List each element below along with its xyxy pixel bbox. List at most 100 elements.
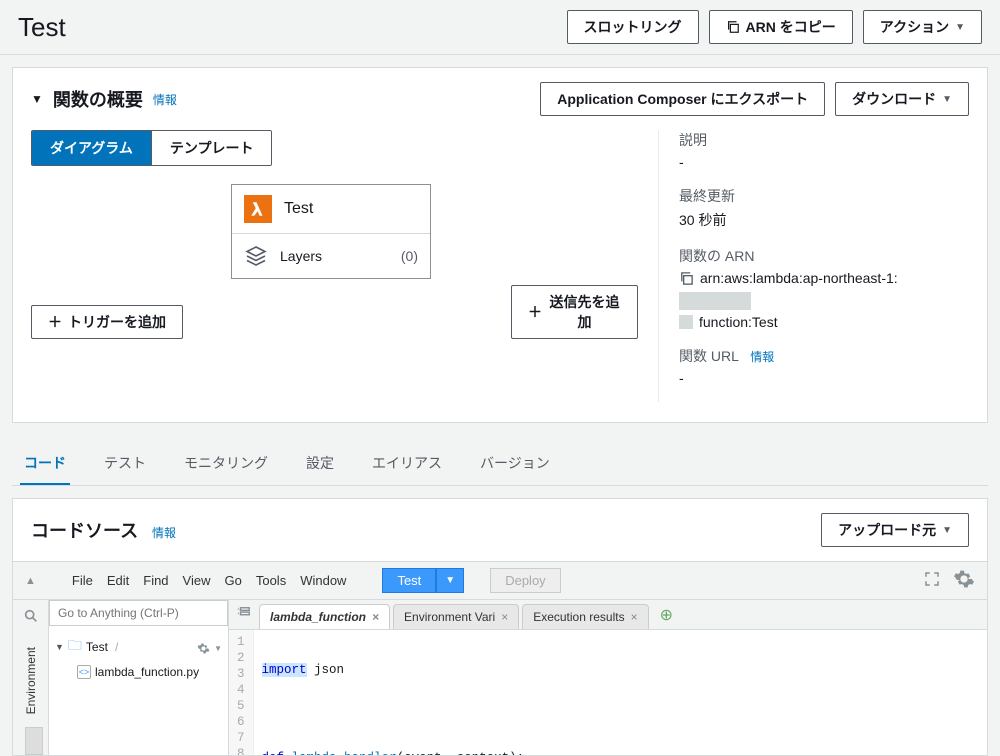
- function-arn-label: 関数の ARN: [679, 246, 969, 266]
- tab-template[interactable]: テンプレート: [151, 131, 272, 165]
- close-icon[interactable]: ×: [372, 610, 379, 624]
- disclosure-triangle-icon[interactable]: ▼: [31, 92, 43, 106]
- actions-button[interactable]: アクション ▼: [863, 10, 982, 44]
- download-button[interactable]: ダウンロード ▼: [835, 82, 969, 116]
- tab-code[interactable]: コード: [20, 443, 70, 485]
- environment-side-tab[interactable]: Environment: [24, 647, 38, 714]
- function-diagram: Test Layers (0) ＋ トリガーを追加 ＋: [31, 184, 638, 344]
- file-tree-item[interactable]: <> lambda_function.py: [49, 662, 228, 682]
- tab-test[interactable]: テスト: [100, 443, 150, 485]
- function-box[interactable]: Test Layers (0): [231, 184, 431, 279]
- close-icon[interactable]: ×: [501, 610, 508, 624]
- file-tree-root[interactable]: ▼ 🗀 Test / ▼: [49, 632, 228, 662]
- editor-tabs: lambda_function × Environment Vari × Exe…: [229, 600, 987, 630]
- info-link[interactable]: 情報: [152, 526, 176, 540]
- add-tab-icon[interactable]: ⊕: [652, 601, 681, 629]
- main-tabs: コード テスト モニタリング 設定 エイリアス バージョン: [12, 443, 988, 486]
- editor-tab-label: Environment Vari: [404, 610, 495, 624]
- tab-list-icon[interactable]: [229, 600, 259, 629]
- plus-icon: ＋: [48, 312, 62, 332]
- file-icon: <>: [77, 665, 91, 679]
- tab-configuration[interactable]: 設定: [302, 443, 338, 485]
- overview-body: ダイアグラム テンプレート Test Layers: [31, 130, 969, 402]
- gear-icon[interactable]: [953, 568, 975, 593]
- deploy-button: Deploy: [490, 568, 560, 593]
- prop-function-arn: 関数の ARN arn:aws:lambda:ap-northeast-1: f…: [679, 246, 969, 330]
- overview-title: 関数の概要: [53, 86, 143, 112]
- close-icon[interactable]: ×: [631, 610, 638, 624]
- tree-gear-icon[interactable]: ▼: [197, 639, 222, 654]
- editor-tab-lambda-function[interactable]: lambda_function ×: [259, 604, 390, 629]
- menu-view[interactable]: View: [183, 573, 211, 588]
- page-title: Test: [18, 12, 66, 43]
- prop-last-modified: 最終更新 30 秒前: [679, 186, 969, 230]
- menu-go[interactable]: Go: [225, 573, 242, 588]
- goto-anything-input[interactable]: [49, 600, 228, 626]
- lambda-icon: [244, 195, 272, 223]
- menu-tools[interactable]: Tools: [256, 573, 286, 588]
- overview-title-group[interactable]: ▼ 関数の概要 情報: [31, 86, 177, 112]
- editor-tab-label: Execution results: [533, 610, 624, 624]
- editor-tab-exec-results[interactable]: Execution results ×: [522, 604, 648, 629]
- export-composer-label: Application Composer にエクスポート: [557, 89, 808, 109]
- prop-function-url: 関数 URL 情報 -: [679, 346, 969, 386]
- caret-down-icon: ▼: [942, 94, 952, 105]
- header-actions: スロットリング ARN をコピー アクション ▼: [567, 10, 982, 44]
- code-source-title-group: コードソース 情報: [31, 517, 176, 543]
- function-arn-prefix: arn:aws:lambda:ap-northeast-1:: [700, 270, 898, 286]
- tab-aliases[interactable]: エイリアス: [368, 443, 446, 485]
- export-composer-button[interactable]: Application Composer にエクスポート: [540, 82, 825, 116]
- plus-icon: ＋: [528, 302, 542, 322]
- goto-anything-wrapper: [49, 600, 228, 626]
- redacted-box: [679, 315, 693, 329]
- function-box-header: Test: [232, 185, 430, 234]
- overview-left: ダイアグラム テンプレート Test Layers: [31, 130, 659, 402]
- copy-icon[interactable]: [679, 271, 694, 286]
- code-content[interactable]: import json def lambda_handler(event, co…: [254, 630, 630, 755]
- function-url-label: 関数 URL 情報: [679, 346, 969, 366]
- last-modified-value: 30 秒前: [679, 210, 969, 230]
- actions-label: アクション: [880, 17, 949, 37]
- tab-versions[interactable]: バージョン: [476, 443, 554, 485]
- test-button[interactable]: Test: [382, 568, 436, 593]
- upload-from-label: アップロード元: [838, 520, 936, 540]
- add-trigger-label: トリガーを追加: [68, 312, 166, 332]
- ide-gutter-handle[interactable]: [25, 727, 43, 755]
- caret-down-icon: ▼: [942, 525, 952, 536]
- function-overview-panel: ▼ 関数の概要 情報 Application Composer にエクスポート …: [12, 67, 988, 423]
- menu-edit[interactable]: Edit: [107, 573, 129, 588]
- menu-find[interactable]: Find: [143, 573, 168, 588]
- upload-from-button[interactable]: アップロード元 ▼: [821, 513, 969, 547]
- ide: ▲ File Edit Find View Go Tools Window Te…: [13, 561, 987, 755]
- caret-down-icon: ▼: [955, 22, 965, 33]
- throttling-label: スロットリング: [584, 17, 682, 37]
- throttling-button[interactable]: スロットリング: [567, 10, 699, 44]
- layers-label: Layers: [280, 248, 389, 264]
- ide-right-icons: [923, 568, 975, 593]
- ide-left-gutter: Environment: [13, 600, 49, 755]
- copy-arn-button[interactable]: ARN をコピー: [709, 10, 853, 44]
- menubar-collapse-icon[interactable]: ▲: [25, 575, 36, 587]
- view-toggle: ダイアグラム テンプレート: [31, 130, 272, 166]
- fullscreen-icon[interactable]: [923, 570, 941, 591]
- code-editor[interactable]: 123456789 import json def lambda_handler…: [229, 630, 987, 755]
- prop-description: 説明 -: [679, 130, 969, 170]
- tab-diagram[interactable]: ダイアグラム: [32, 131, 151, 165]
- add-destination-button[interactable]: ＋ 送信先を追加: [511, 285, 638, 339]
- function-layers-row[interactable]: Layers (0): [232, 234, 430, 278]
- info-link[interactable]: 情報: [750, 350, 774, 364]
- search-icon[interactable]: [23, 608, 39, 627]
- add-trigger-button[interactable]: ＋ トリガーを追加: [31, 305, 183, 339]
- function-arn-suffix: function:Test: [699, 314, 778, 330]
- menu-window[interactable]: Window: [300, 573, 346, 588]
- menu-file[interactable]: File: [72, 573, 93, 588]
- page-header: Test スロットリング ARN をコピー アクション ▼: [0, 0, 1000, 55]
- test-dropdown-button[interactable]: ▼: [436, 568, 464, 593]
- layers-icon: [244, 244, 268, 268]
- overview-properties: 説明 - 最終更新 30 秒前 関数の ARN arn:aws:lambda:a…: [679, 130, 969, 402]
- add-destination-label: 送信先を追加: [548, 292, 621, 332]
- tab-monitoring[interactable]: モニタリング: [180, 443, 272, 485]
- editor-tab-env-vars[interactable]: Environment Vari ×: [393, 604, 519, 629]
- ide-menubar: ▲ File Edit Find View Go Tools Window Te…: [13, 562, 987, 600]
- info-link[interactable]: 情報: [153, 91, 177, 108]
